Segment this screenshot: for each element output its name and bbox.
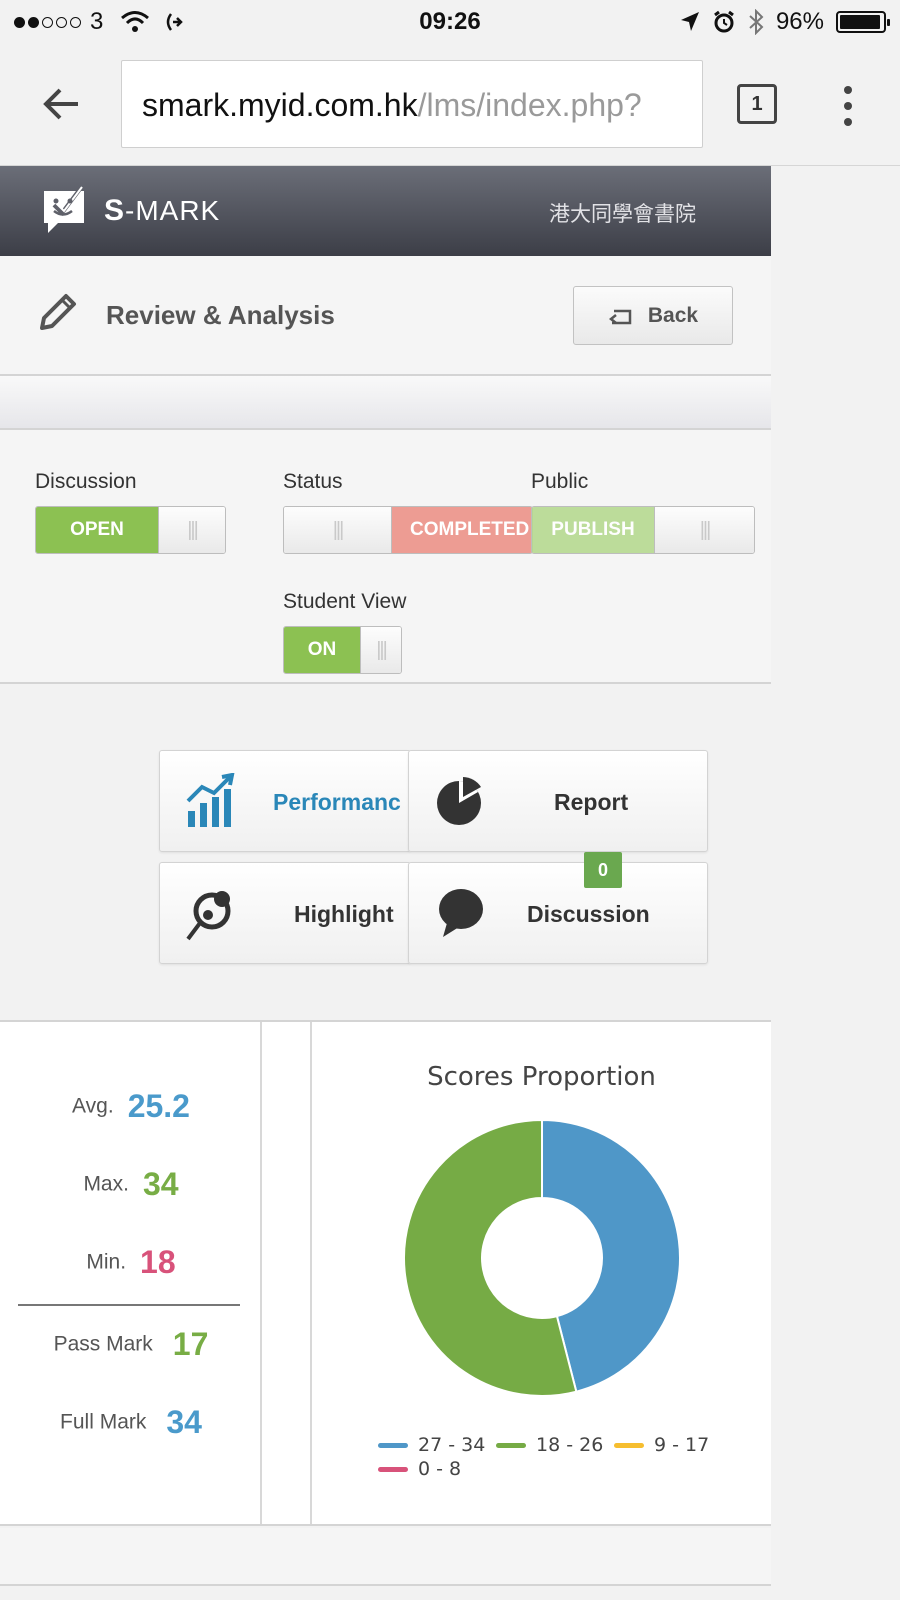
location-icon — [680, 12, 699, 31]
full-mark-value: 34 — [166, 1404, 202, 1440]
full-mark-stat: Full Mark 34 — [0, 1404, 262, 1441]
pencil-icon — [40, 294, 76, 330]
pass-mark-stat: Pass Mark 17 — [0, 1326, 262, 1363]
bluetooth-icon — [749, 9, 764, 35]
highlight-label: Highlight — [294, 901, 394, 927]
bar-chart-trend-icon — [186, 773, 235, 827]
legend-item[interactable]: 9 - 17 — [614, 1434, 709, 1456]
min-stat: Min. 18 — [0, 1244, 262, 1281]
legend-swatch — [614, 1442, 644, 1448]
legend-label: 9 - 17 — [654, 1434, 710, 1456]
pass-mark-label: Pass Mark — [53, 1332, 153, 1356]
report-label: Report — [554, 789, 629, 815]
smark-logo[interactable]: S-MARK — [40, 183, 220, 239]
speech-bubble-icon — [439, 889, 483, 937]
pushpin-icon — [186, 891, 231, 941]
donut-chart — [403, 1118, 681, 1397]
discussion-button[interactable]: Discussion — [408, 862, 708, 964]
public-toggle-value: PUBLISH — [532, 507, 654, 553]
student-view-toggle-label: Student View — [283, 590, 407, 613]
legend-item[interactable]: 0 - 8 — [378, 1458, 461, 1480]
full-mark-label: Full Mark — [60, 1410, 147, 1434]
max-value: 34 — [142, 1166, 179, 1202]
logo-icon — [44, 186, 84, 233]
discussion-toggle[interactable]: OPEN ||| — [35, 506, 226, 554]
max-label: Max. — [83, 1172, 129, 1196]
back-button[interactable]: Back — [573, 286, 733, 345]
pie-chart-icon — [437, 777, 481, 825]
legend-swatch — [378, 1442, 408, 1448]
school-name: 港大同學會書院 — [549, 202, 696, 226]
min-value: 18 — [140, 1244, 176, 1280]
page-header: Review & Analysis Back — [0, 256, 771, 376]
legend-swatch — [496, 1442, 526, 1448]
status-bar: 3 09:26 96% — [0, 0, 900, 44]
performance-label: Performanc — [273, 789, 401, 815]
status-toggle-value: COMPLETED — [392, 507, 532, 553]
legend-item[interactable]: 27 - 34 — [378, 1434, 485, 1456]
legend-label: 27 - 34 — [418, 1434, 486, 1456]
return-icon — [608, 309, 632, 324]
scores-proportion-chart: Scores Proportion 27 - 34 18 - 26 9 - 17 0 … — [312, 1022, 771, 1524]
battery-icon — [836, 11, 890, 33]
bottom-section — [0, 1528, 771, 1586]
score-summary-panel: Avg. 25.2 Max. 34 Min. 18 Pass Mark 17 Full … — [0, 1020, 771, 1526]
toggle-grip: ||| — [158, 507, 225, 553]
report-button[interactable]: Report — [408, 750, 708, 852]
legend-swatch — [378, 1466, 408, 1472]
performance-button[interactable]: Performanc — [159, 750, 411, 852]
legend-label: 18 - 26 — [536, 1434, 604, 1456]
legend-item[interactable]: 18 - 26 — [496, 1434, 603, 1456]
app-header: S-MARK 港大同學會書院 — [0, 166, 771, 256]
avg-value: 25.2 — [127, 1088, 190, 1124]
avg-stat: Avg. 25.2 — [0, 1088, 262, 1125]
max-stat: Max. 34 — [0, 1166, 262, 1203]
url-host: smark.myid.com.hk — [142, 87, 418, 123]
browser-menu-button[interactable] — [836, 82, 860, 130]
settings-toggles: Discussion OPEN ||| Status ||| COMPLETED… — [0, 430, 771, 684]
url-bar[interactable]: smark.myid.com.hk/lms/index.php? — [121, 60, 703, 148]
avg-label: Avg. — [72, 1094, 114, 1118]
student-view-toggle[interactable]: ON ||| — [283, 626, 402, 674]
discussion-toggle-value: OPEN — [36, 507, 158, 553]
battery-percent: 96% — [775, 8, 824, 35]
back-arrow-icon[interactable] — [40, 82, 84, 126]
status-toggle-label: Status — [283, 470, 343, 493]
alarm-icon — [714, 10, 734, 33]
legend-label: 0 - 8 — [418, 1458, 462, 1480]
status-toggle[interactable]: ||| COMPLETED — [283, 506, 533, 554]
public-toggle[interactable]: PUBLISH ||| — [531, 506, 755, 554]
browser-toolbar: smark.myid.com.hk/lms/index.php? 1 — [0, 44, 900, 166]
discussion-count-badge: 0 — [584, 852, 622, 888]
spacer-column — [262, 1022, 312, 1524]
chart-legend: 27 - 34 18 - 26 9 - 17 0 - 8 — [378, 1434, 758, 1490]
back-button-label: Back — [647, 303, 699, 327]
toggle-grip: ||| — [654, 507, 754, 553]
discussion-label: Discussion — [527, 901, 650, 927]
student-view-toggle-value: ON — [284, 627, 360, 673]
stats-column: Avg. 25.2 Max. 34 Min. 18 Pass Mark 17 Full … — [0, 1022, 262, 1524]
highlight-button[interactable]: Highlight — [159, 862, 411, 964]
toggle-grip: ||| — [360, 627, 401, 673]
url-path: /lms/index.php? — [417, 87, 642, 123]
discussion-toggle-label: Discussion — [35, 470, 137, 493]
logo-wordmark: S-MARK — [104, 194, 221, 227]
min-label: Min. — [86, 1250, 127, 1274]
public-toggle-label: Public — [531, 470, 589, 493]
tab-switcher-button[interactable]: 1 — [737, 84, 777, 124]
page-title: Review & Analysis — [106, 300, 335, 330]
chart-title: Scores Proportion — [427, 1062, 656, 1092]
pass-mark-value: 17 — [172, 1326, 209, 1362]
section-divider — [0, 376, 771, 430]
toggle-grip: ||| — [284, 507, 392, 553]
stats-divider — [18, 1304, 240, 1306]
